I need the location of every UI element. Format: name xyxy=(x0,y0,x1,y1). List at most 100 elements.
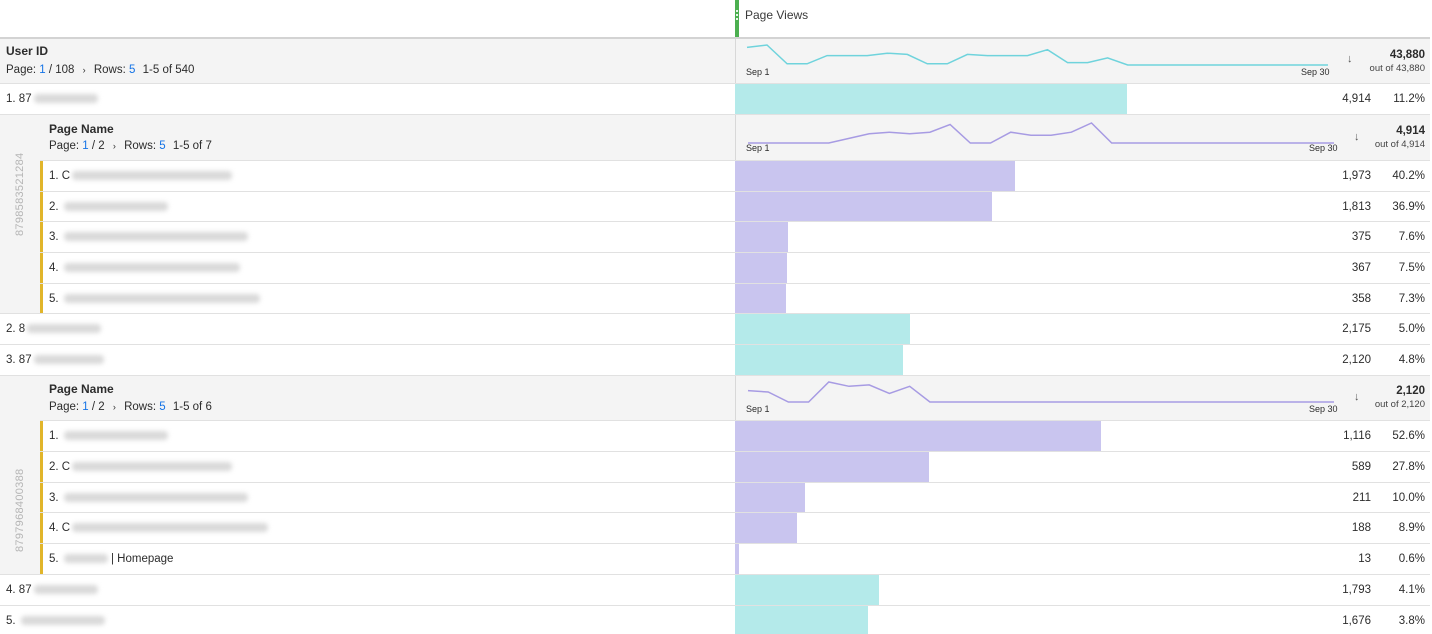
row-value: 1,813 xyxy=(1342,201,1371,213)
sparkline-end-label: Sep 30 xyxy=(1301,67,1330,77)
page-number-input[interactable]: 1 xyxy=(82,401,88,413)
dimension-title[interactable]: User ID xyxy=(6,44,48,58)
row-index: 2. xyxy=(49,201,59,213)
table-row[interactable]: 4. C 188 8.9% xyxy=(40,513,1430,544)
page-number-input[interactable]: 1 xyxy=(82,140,88,152)
row-percent: 4.8% xyxy=(1398,354,1425,366)
sort-descending-icon[interactable]: ↓ xyxy=(1347,53,1353,65)
row-label: 4. 87 xyxy=(6,584,98,596)
next-page-chevron-icon[interactable]: › xyxy=(113,141,116,151)
row-index: 4. xyxy=(6,584,16,596)
table-row[interactable]: 2. 8 2,175 5.0% xyxy=(0,314,1430,345)
table-row[interactable]: 2. 1,813 36.9% xyxy=(40,192,1430,222)
user-id-value: 87 xyxy=(18,584,32,596)
row-value: 211 xyxy=(1352,492,1371,504)
sparkline-series xyxy=(747,381,1334,403)
value-bar xyxy=(735,284,786,313)
row-label: 2. xyxy=(49,201,168,213)
page-views-column-header[interactable] xyxy=(735,0,1430,37)
table-row[interactable]: 1. 1,116 52.6% xyxy=(40,421,1430,452)
row-percent: 7.5% xyxy=(1398,262,1425,274)
redacted-text xyxy=(63,554,108,564)
next-page-chevron-icon[interactable]: › xyxy=(113,402,116,412)
redacted-text xyxy=(63,294,260,304)
dimension-title[interactable]: Page Name xyxy=(49,382,114,396)
row-value: 358 xyxy=(1351,293,1371,305)
pagination-controls: Page: 1 / 2 › Rows: 5 1-5 of 6 xyxy=(49,401,212,413)
sort-descending-icon[interactable]: ↓ xyxy=(1354,391,1360,403)
row-percent: 11.2% xyxy=(1393,93,1425,105)
row-label: 2. C xyxy=(49,461,233,473)
sparkline-end-label: Sep 30 xyxy=(1309,143,1338,153)
row-index: 5. xyxy=(49,553,59,565)
row-index: 1. xyxy=(49,430,59,442)
sort-descending-icon[interactable]: ↓ xyxy=(1354,131,1360,143)
table-row[interactable]: 3. 375 7.6% xyxy=(40,222,1430,253)
metric-title[interactable]: Page Views xyxy=(745,8,808,22)
row-label: 3. xyxy=(49,492,248,504)
table-row[interactable]: 3. 87 2,120 4.8% xyxy=(0,345,1430,376)
page-number-input[interactable]: 1 xyxy=(39,64,45,76)
row-index: 3. xyxy=(49,231,59,243)
user-id-value: 87 xyxy=(18,354,32,366)
dimension-title[interactable]: Page Name xyxy=(49,122,114,136)
redacted-text xyxy=(33,585,98,595)
rows-label: Rows: xyxy=(124,401,157,413)
row-percent: 7.3% xyxy=(1398,293,1425,305)
table-row[interactable]: 4. 367 7.5% xyxy=(40,253,1430,284)
page-label: Page: xyxy=(49,140,80,152)
table-row[interactable]: 4. 87 1,793 4.1% xyxy=(0,575,1430,606)
row-percent: 8.9% xyxy=(1398,522,1425,534)
page-name-sparkline xyxy=(748,122,1334,144)
sparkline-series xyxy=(748,122,1334,144)
row-percent: 3.8% xyxy=(1398,615,1425,627)
table-row[interactable]: 3. 211 10.0% xyxy=(40,483,1430,513)
row-range: 1-5 of 7 xyxy=(172,140,212,152)
column-divider xyxy=(735,115,736,160)
row-percent: 40.2% xyxy=(1392,170,1425,182)
table-row[interactable]: 5. 358 7.3% xyxy=(40,284,1430,314)
row-value: 1,676 xyxy=(1342,615,1371,627)
column-total: 43,880 xyxy=(1389,49,1425,61)
table-row[interactable]: 1. C 1,973 40.2% xyxy=(40,161,1430,192)
rows-per-page-select[interactable]: 5 xyxy=(129,64,135,76)
row-percent: 7.6% xyxy=(1398,231,1425,243)
breakdown-accent xyxy=(40,284,43,313)
next-page-chevron-icon[interactable]: › xyxy=(83,65,86,75)
redacted-text xyxy=(33,94,98,104)
breakdown-accent xyxy=(40,544,43,574)
row-value: 2,175 xyxy=(1342,323,1371,335)
page-label: Page: xyxy=(6,64,37,76)
row-value: 375 xyxy=(1351,231,1371,243)
row-index: 4. xyxy=(49,262,59,274)
user-id-dimension-header: User ID Page: 1 / 108 › Rows: 5 1-5 of 5… xyxy=(0,39,1430,84)
table-row[interactable]: 1. 87 4,914 11.2% xyxy=(0,84,1430,115)
row-percent: 52.6% xyxy=(1392,430,1425,442)
table-row[interactable]: 5. 1,676 3.8% xyxy=(0,606,1430,634)
row-label: 2. 8 xyxy=(6,323,102,335)
row-label: 1. C xyxy=(49,170,233,182)
row-range: 1-5 of 6 xyxy=(172,401,212,413)
row-index: 1. xyxy=(49,170,59,182)
value-bar xyxy=(735,606,868,634)
redacted-text xyxy=(27,324,102,334)
column-total-out-of: out of 4,914 xyxy=(1374,139,1425,150)
sparkline-start-label: Sep 1 xyxy=(746,404,770,414)
row-percent: 36.9% xyxy=(1392,201,1425,213)
page-total: / 2 xyxy=(91,140,105,152)
row-label: 5. xyxy=(49,293,260,305)
row-value: 188 xyxy=(1351,522,1371,534)
page-name-dimension-header: Page Name Page: 1 / 2 › Rows: 5 1-5 of 7… xyxy=(40,115,1430,161)
rows-per-page-select[interactable]: 5 xyxy=(159,140,165,152)
table-row[interactable]: 5. | Homepage 13 0.6% xyxy=(40,544,1430,575)
user-id-sparkline xyxy=(746,44,1328,66)
row-percent: 5.0% xyxy=(1398,323,1425,335)
column-divider xyxy=(735,39,736,83)
rows-per-page-select[interactable]: 5 xyxy=(159,401,165,413)
table-row[interactable]: 2. C 589 27.8% xyxy=(40,452,1430,483)
column-total-out-of: out of 43,880 xyxy=(1369,63,1425,74)
rows-label: Rows: xyxy=(93,64,126,76)
redacted-text xyxy=(63,202,168,212)
row-percent: 4.1% xyxy=(1398,584,1425,596)
value-bar xyxy=(735,314,910,344)
